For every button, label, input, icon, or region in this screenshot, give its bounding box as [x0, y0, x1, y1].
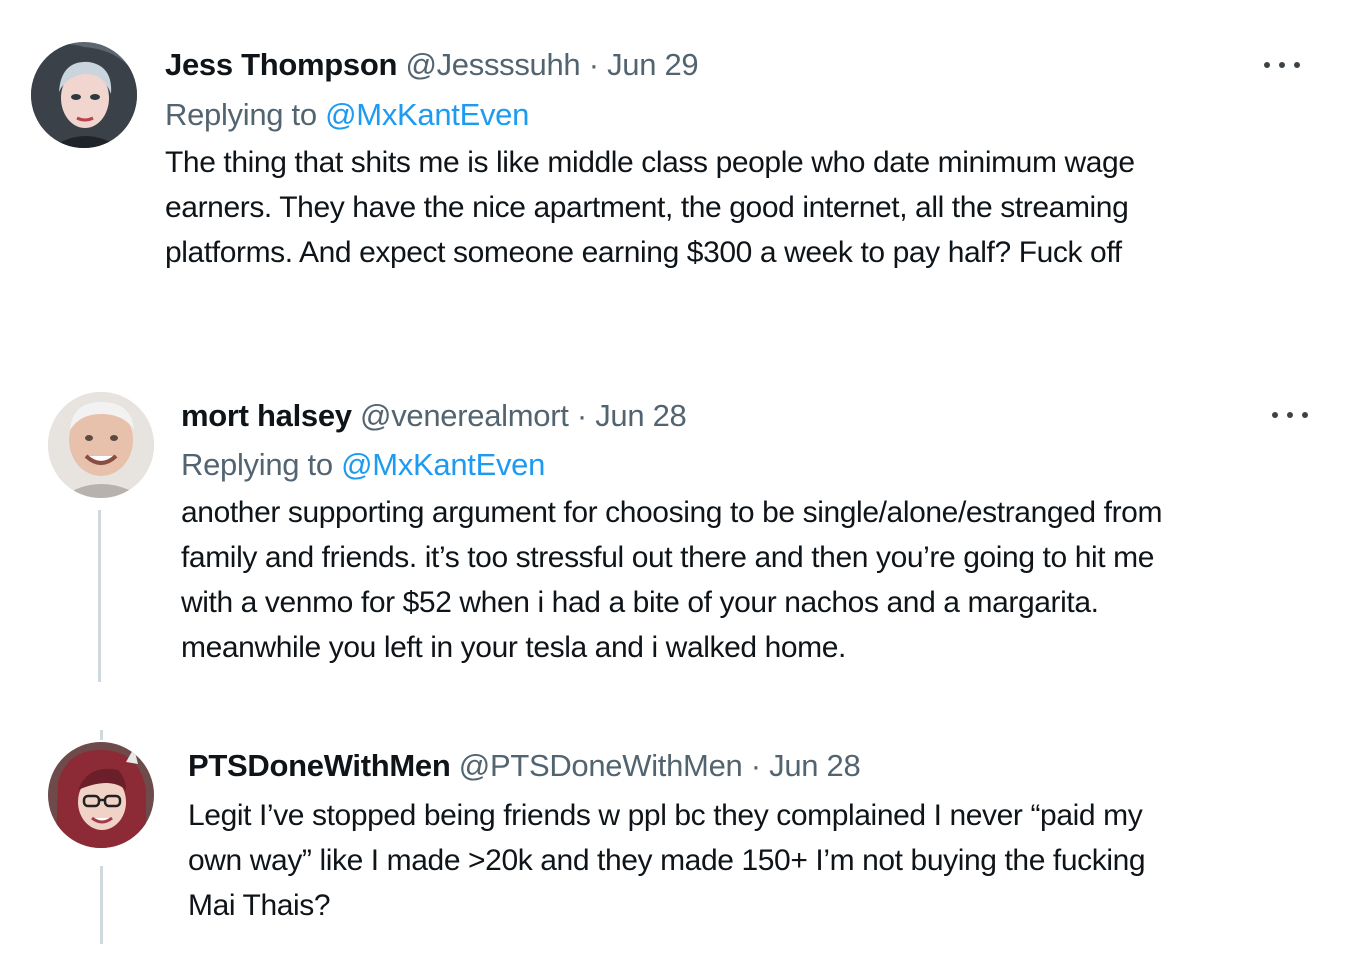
more-horizontal-icon [1272, 412, 1278, 418]
more-horizontal-icon [1294, 62, 1300, 68]
more-horizontal-icon [1302, 412, 1308, 418]
replying-label: Replying to [165, 97, 317, 132]
tweet-header: Jess Thompson @Jessssuhh · Jun 29 [165, 45, 699, 85]
username-handle[interactable]: @venerealmort [360, 398, 569, 433]
tweet-date[interactable]: Jun 29 [607, 47, 699, 82]
display-name[interactable]: PTSDoneWithMen [188, 748, 451, 783]
tweet-text: Legit I’ve stopped being friends w ppl b… [188, 793, 1146, 928]
tweet-text-line: own way” like I made >20k and they made … [188, 844, 1146, 877]
mention-link[interactable]: @MxKantEven [341, 447, 545, 482]
avatar[interactable] [48, 392, 154, 498]
more-horizontal-icon [1264, 62, 1270, 68]
more-horizontal-icon [1287, 412, 1293, 418]
tweet-text-line: earners. They have the nice apartment, t… [165, 191, 1129, 224]
tweet-text-line: The thing that shits me is like middle c… [165, 146, 1135, 179]
tweet-text: The thing that shits me is like middle c… [165, 140, 1135, 275]
tweet-header: mort halsey @venerealmort · Jun 28 [181, 396, 687, 436]
replying-to: Replying to @MxKantEven [181, 445, 545, 485]
replying-label: Replying to [181, 447, 333, 482]
tweet-text-line: another supporting argument for choosing… [181, 496, 1163, 529]
username-handle[interactable]: @Jessssuhh [405, 47, 580, 82]
tweet-text-line: platforms. And expect someone earning $3… [165, 236, 1122, 269]
tweet-text-line: family and friends. it’s too stressful o… [181, 541, 1155, 574]
avatar[interactable] [31, 42, 137, 148]
more-horizontal-icon [1279, 62, 1285, 68]
separator-dot: · [750, 748, 761, 783]
avatar-photo-icon [48, 742, 154, 848]
mention-link[interactable]: @MxKantEven [325, 97, 529, 132]
display-name[interactable]: Jess Thompson [165, 47, 397, 82]
tweet-text-line: with a venmo for $52 when i had a bite o… [181, 586, 1099, 619]
separator-dot: · [588, 47, 599, 82]
tweet-text-line: Legit I’ve stopped being friends w ppl b… [188, 799, 1143, 832]
tweet-text-line: Mai Thais? [188, 889, 331, 922]
thread-line [100, 866, 103, 944]
replying-to: Replying to @MxKantEven [165, 95, 529, 135]
avatar-photo-icon [31, 42, 137, 148]
display-name[interactable]: mort halsey [181, 398, 352, 433]
tweet-header: PTSDoneWithMen @PTSDoneWithMen · Jun 28 [188, 746, 861, 786]
thread-line [98, 510, 101, 682]
avatar[interactable] [48, 742, 154, 848]
username-handle[interactable]: @PTSDoneWithMen [459, 748, 743, 783]
tweet-text-line: meanwhile you left in your tesla and i w… [181, 631, 846, 664]
tweet-date[interactable]: Jun 28 [769, 748, 861, 783]
tweet-date[interactable]: Jun 28 [595, 398, 687, 433]
more-options-button[interactable] [1270, 405, 1310, 425]
avatar-photo-icon [48, 392, 154, 498]
thread-line [100, 730, 103, 740]
tweet-text: another supporting argument for choosing… [181, 490, 1162, 670]
tweet[interactable]: Jess Thompson @Jessssuhh · Jun 29 Replyi… [0, 0, 1360, 320]
tweet[interactable]: mort halsey @venerealmort · Jun 28 Reply… [0, 380, 1360, 690]
separator-dot: · [576, 398, 587, 433]
tweet[interactable]: PTSDoneWithMen @PTSDoneWithMen · Jun 28 … [0, 730, 1360, 972]
more-options-button[interactable] [1262, 55, 1302, 75]
